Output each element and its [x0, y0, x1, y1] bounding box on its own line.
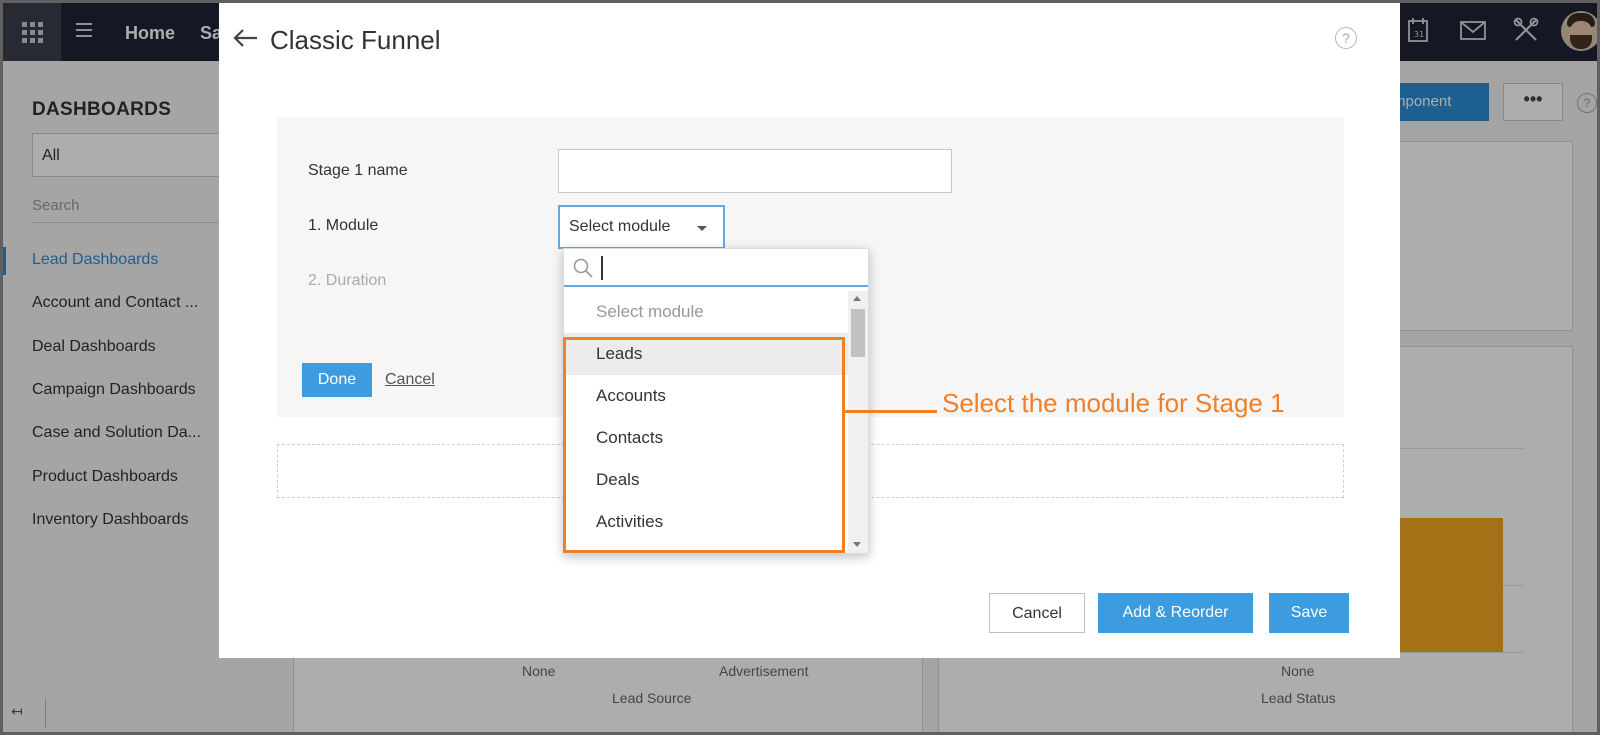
dropdown-search-input[interactable]	[564, 249, 868, 287]
scrollbar-thumb[interactable]	[851, 309, 865, 357]
back-arrow-icon[interactable]	[231, 23, 261, 53]
module-select[interactable]: Select module	[558, 205, 725, 249]
annotation-highlight-box	[563, 337, 845, 553]
cancel-button[interactable]: Cancel	[989, 593, 1085, 633]
annotation-connector-line	[845, 410, 937, 413]
caret-down-icon	[697, 226, 707, 231]
save-button[interactable]: Save	[1269, 593, 1349, 633]
module-label: 1. Module	[308, 217, 379, 234]
module-select-value: Select module	[569, 218, 671, 235]
help-icon[interactable]: ?	[1335, 27, 1357, 49]
text-cursor	[601, 256, 603, 280]
stage-name-label: Stage 1 name	[308, 162, 408, 179]
add-reorder-button[interactable]: Add & Reorder	[1098, 593, 1253, 633]
duration-label: 2. Duration	[308, 272, 387, 289]
dialog-title: Classic Funnel	[270, 25, 441, 55]
scroll-up-icon[interactable]	[853, 296, 861, 301]
annotation-text: Select the module for Stage 1	[942, 388, 1285, 418]
search-icon	[573, 258, 593, 278]
stage-name-input[interactable]	[558, 149, 952, 193]
option-select-module[interactable]: Select module	[564, 291, 848, 333]
done-button[interactable]: Done	[302, 363, 372, 397]
scroll-down-icon[interactable]	[853, 542, 861, 547]
dropdown-scrollbar[interactable]	[848, 291, 868, 553]
cancel-link[interactable]: Cancel	[385, 371, 435, 389]
